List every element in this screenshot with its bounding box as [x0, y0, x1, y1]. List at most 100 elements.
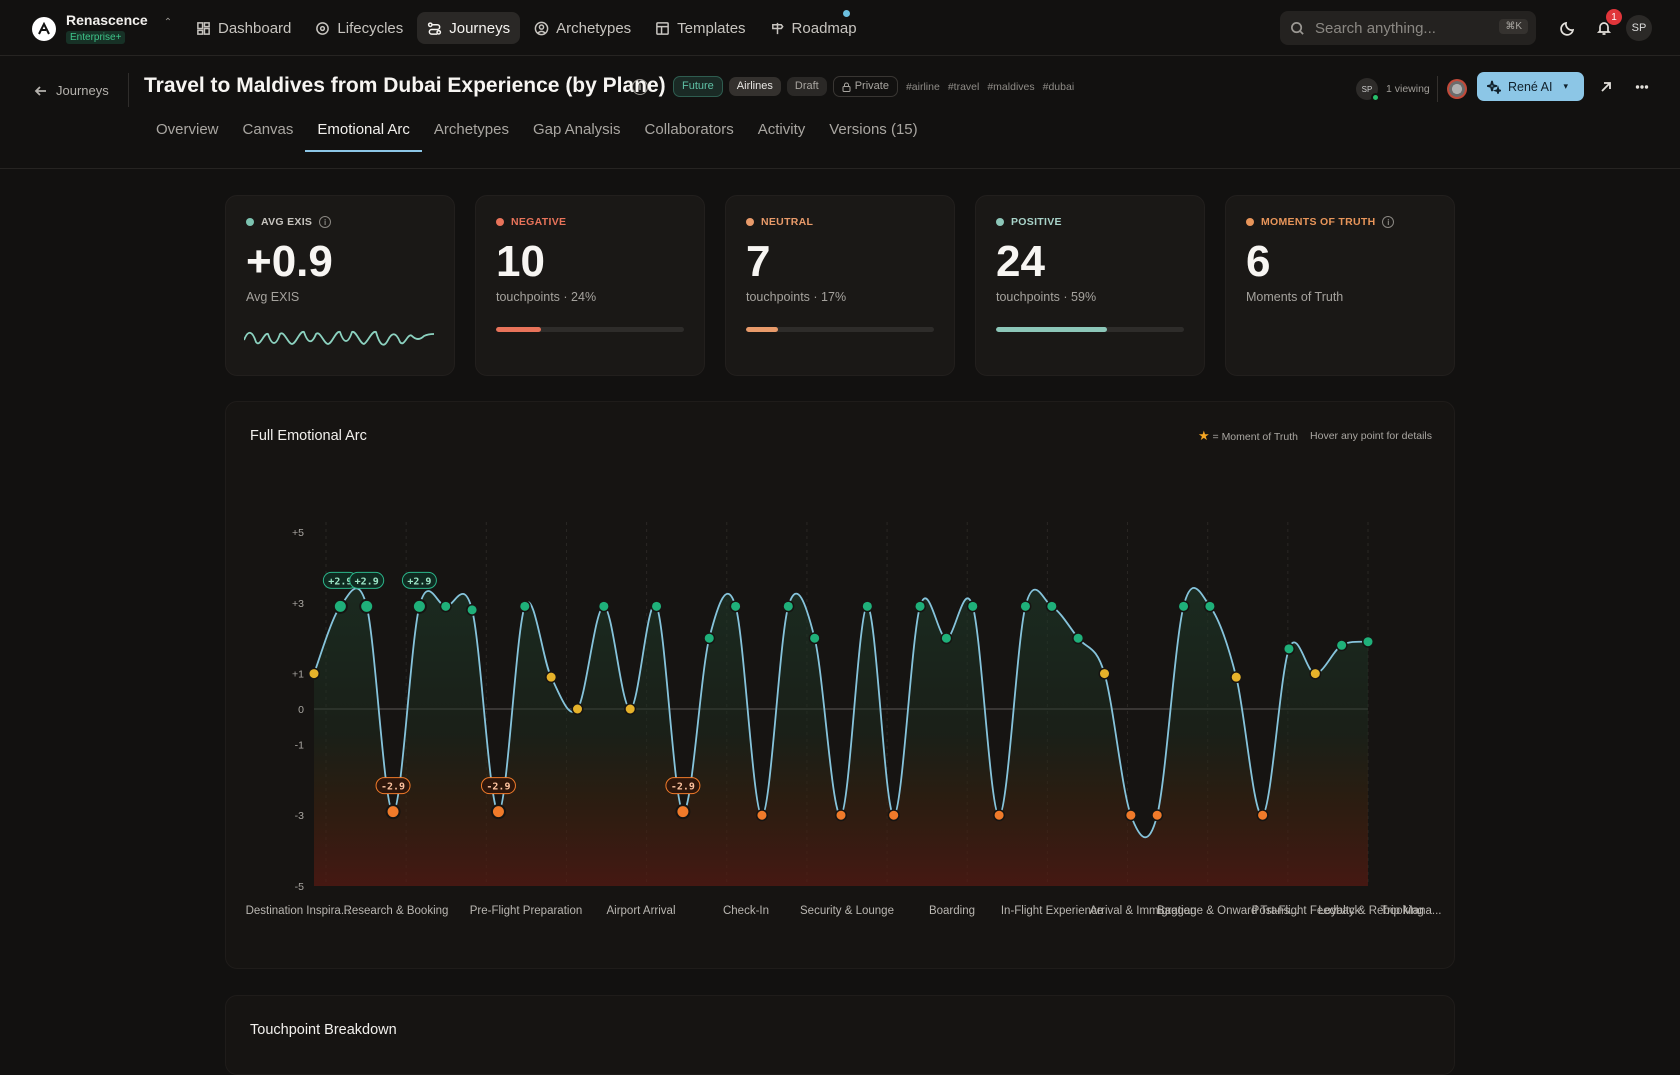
status-dot — [746, 218, 754, 226]
data-point[interactable] — [1124, 809, 1137, 822]
data-point-dot — [1310, 669, 1320, 679]
moment-of-truth-point[interactable] — [411, 598, 427, 614]
data-point[interactable] — [1072, 632, 1085, 645]
nav-dashboard[interactable]: Dashboard — [186, 12, 301, 44]
data-point[interactable] — [966, 600, 979, 613]
data-point[interactable] — [835, 809, 847, 822]
data-point[interactable] — [940, 632, 953, 645]
data-point-dot — [810, 633, 820, 643]
data-point[interactable] — [466, 603, 479, 616]
moment-of-truth-point[interactable] — [675, 804, 691, 820]
data-point[interactable] — [755, 809, 768, 822]
hashtag[interactable]: #dubai — [1043, 81, 1075, 93]
data-point[interactable] — [518, 600, 531, 613]
data-point[interactable] — [1335, 639, 1348, 652]
card-label: AVG EXIS i — [246, 216, 434, 228]
data-point-dot — [1205, 601, 1215, 611]
status-pill-draft[interactable]: Draft — [786, 77, 827, 96]
data-point[interactable] — [1177, 600, 1190, 613]
theme-toggle-button[interactable] — [1557, 17, 1579, 39]
data-point[interactable] — [1098, 667, 1111, 680]
card-label: NEGATIVE — [496, 216, 684, 228]
lock-icon — [842, 82, 851, 92]
integration-avatar-icon[interactable] — [1447, 79, 1467, 99]
hashtag[interactable]: #airline — [906, 81, 940, 93]
sparkline — [244, 330, 434, 346]
data-point-dot — [915, 601, 925, 611]
data-point[interactable] — [439, 600, 452, 613]
emotional-arc-chart: +5+3+10-1-3-5+2.9 +2.9-2.9+2.9-2.9 -2.9Des… — [246, 522, 1441, 917]
moment-of-truth-point[interactable] — [359, 598, 375, 614]
back-to-journeys-link[interactable]: Journeys — [34, 83, 109, 98]
data-point-dot — [1047, 601, 1057, 611]
rene-ai-button[interactable]: René AI ▾ — [1477, 72, 1584, 101]
moment-of-truth-point[interactable] — [385, 804, 401, 820]
card-label: NEUTRAL — [746, 216, 934, 228]
tab-gap-analysis[interactable]: Gap Analysis — [521, 121, 633, 152]
presence-indicator[interactable]: SP 1 viewing — [1356, 78, 1430, 102]
data-point[interactable] — [1151, 809, 1164, 822]
search-icon — [1291, 21, 1304, 35]
data-point[interactable] — [308, 667, 320, 680]
hashtag[interactable]: #maldives — [987, 81, 1034, 93]
search-input[interactable]: Search anything... ⌘K — [1280, 11, 1536, 45]
data-point[interactable] — [571, 703, 584, 715]
data-point[interactable] — [545, 671, 558, 684]
nav-journeys[interactable]: Journeys — [417, 12, 521, 44]
data-point-dot — [652, 601, 662, 611]
data-point[interactable] — [650, 600, 663, 613]
tab-collaborators[interactable]: Collaborators — [633, 121, 746, 152]
card-label-text: MOMENTS OF TRUTH — [1261, 216, 1376, 228]
data-point[interactable] — [597, 600, 610, 613]
tab-emotional-arc[interactable]: Emotional Arc — [305, 121, 422, 152]
moment-of-truth-point[interactable] — [332, 598, 348, 614]
industry-pill[interactable]: Airlines — [728, 77, 781, 96]
data-point[interactable] — [914, 600, 927, 613]
tab-canvas[interactable]: Canvas — [231, 121, 306, 152]
data-point[interactable] — [1362, 635, 1374, 648]
data-point[interactable] — [1045, 600, 1058, 613]
x-tick-label: Airport Arrival — [606, 905, 675, 917]
data-point[interactable] — [729, 600, 742, 613]
tab-archetypes[interactable]: Archetypes — [422, 121, 521, 152]
journey-tags: Future Airlines Draft Private #airline #… — [673, 76, 1074, 97]
data-point[interactable] — [1256, 809, 1269, 822]
info-icon[interactable]: i — [632, 79, 648, 95]
neutral-sub: touchpoints · 17% — [746, 290, 847, 304]
tab-versions[interactable]: Versions (15) — [817, 121, 929, 152]
nav-roadmap[interactable]: Roadmap — [760, 12, 867, 44]
user-avatar[interactable]: SP — [1626, 15, 1652, 41]
nav-archetypes[interactable]: Archetypes — [524, 12, 641, 44]
data-point[interactable] — [1309, 667, 1322, 680]
tab-overview[interactable]: Overview — [144, 121, 231, 152]
data-point[interactable] — [1019, 600, 1032, 613]
data-point[interactable] — [1203, 600, 1216, 613]
data-point[interactable] — [703, 632, 716, 645]
data-point[interactable] — [861, 600, 874, 613]
data-point-dot — [625, 704, 635, 714]
hashtag[interactable]: #travel — [948, 81, 980, 93]
data-point[interactable] — [993, 809, 1006, 822]
data-point[interactable] — [808, 632, 821, 645]
more-options-button[interactable] — [1627, 72, 1656, 101]
renascence-logo-icon — [32, 17, 56, 41]
nav-lifecycles[interactable]: Lifecycles — [305, 12, 413, 44]
data-point-dot — [412, 599, 426, 613]
data-point-dot — [889, 810, 899, 820]
data-point[interactable] — [782, 600, 795, 613]
workspace-switcher[interactable]: Renascence Enterprise+ ⌃ — [32, 13, 172, 45]
visibility-pill[interactable]: Private — [832, 76, 898, 97]
moment-of-truth-point[interactable] — [490, 804, 506, 820]
nav-templates[interactable]: Templates — [645, 12, 755, 44]
status-pill-future[interactable]: Future — [673, 76, 723, 97]
tab-activity[interactable]: Activity — [746, 121, 818, 152]
data-point[interactable] — [624, 703, 637, 715]
info-icon[interactable]: i — [319, 216, 332, 228]
data-point[interactable] — [1230, 671, 1243, 684]
data-point[interactable] — [887, 809, 900, 822]
data-point[interactable] — [1282, 642, 1295, 655]
info-icon[interactable]: i — [1382, 216, 1395, 228]
y-tick-label: +3 — [292, 598, 304, 610]
share-button[interactable] — [1591, 72, 1620, 101]
journey-header: Journeys Travel to Maldives from Dubai E… — [0, 56, 1680, 169]
